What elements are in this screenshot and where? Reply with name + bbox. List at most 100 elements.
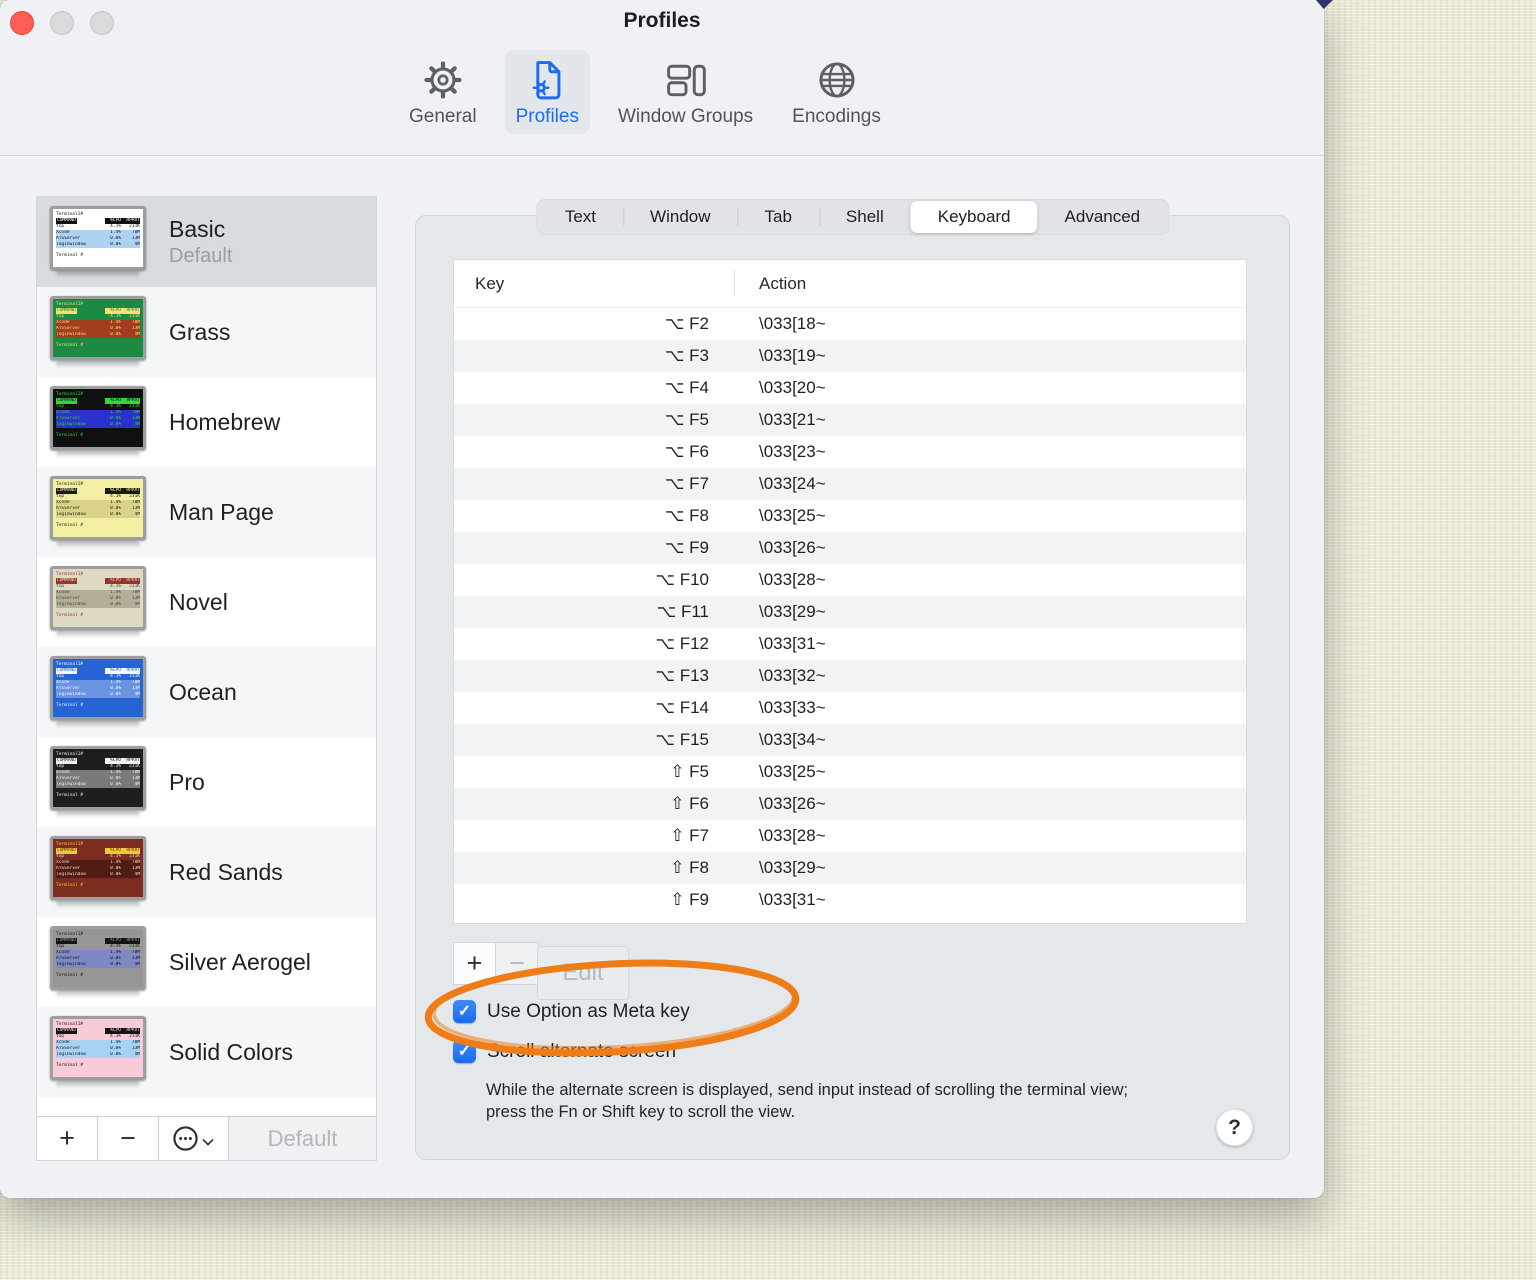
thumb-cell: 0.0% — [110, 1052, 121, 1057]
profile-name: Basic — [169, 216, 226, 242]
keyboard-settings-panel: Text Window Tab Shell Keyboard Advanced Key A… — [415, 199, 1290, 1160]
thumb-cell: 0.0% — [110, 872, 121, 877]
tab-tab[interactable]: Tab — [737, 201, 819, 233]
profile-row-ocean[interactable]: Terminal1# COMMAND %CPU RPRVT top 4.1% 231K Xco… — [37, 647, 376, 737]
terminal-preview-icon: Terminal1# COMMAND %CPU RPRVT top 4.1% 231K Xco… — [50, 476, 146, 540]
thumbnail-reflection — [55, 991, 141, 998]
key-cell: ⌥ F4 — [664, 378, 709, 397]
terminal-preview-icon: Terminal1# COMMAND %CPU RPRVT top 4.1% 231K Xco… — [50, 836, 146, 900]
profile-thumbnail: Terminal1# COMMAND %CPU RPRVT top 4.1% 231K Xco… — [50, 926, 146, 998]
set-default-button[interactable]: Default — [229, 1117, 376, 1160]
thumb-line: loginwindow 0.0% 4M — [56, 782, 140, 788]
profile-row-basic[interactable]: Terminal1# COMMAND %CPU RPRVT top 4.1% 231K Xco… — [37, 197, 376, 287]
table-row[interactable]: ⌥ F14 \033[33~ — [454, 692, 1246, 724]
checkbox-checked-icon[interactable]: ✓ — [453, 1040, 476, 1063]
key-cell: ⌥ F11 — [656, 602, 709, 621]
thumb-line: Terminal # — [56, 703, 84, 708]
key-bindings-table: Key Action ⌥ F2 \033[18~ ⌥ F3 \033[19~ ⌥ F4 \… — [453, 259, 1247, 924]
table-row[interactable]: ⇧ F9 \033[31~ — [454, 884, 1246, 916]
thumb-cell: loginwindow — [56, 872, 86, 877]
tab-shell[interactable]: Shell — [818, 201, 911, 233]
tab-keyboard[interactable]: Keyboard — [910, 201, 1038, 233]
action-cell: \033[28~ — [759, 826, 826, 845]
toolbar-item-window-groups[interactable]: Window Groups — [607, 50, 764, 134]
thumb-cell: loginwindow — [56, 692, 86, 697]
action-cell: \033[21~ — [759, 410, 826, 429]
thumb-line: loginwindow 0.0% 4M — [56, 242, 140, 248]
add-profile-button[interactable]: + — [37, 1117, 98, 1160]
thumbnail-reflection — [55, 451, 141, 458]
profile-thumbnail: Terminal1# COMMAND %CPU RPRVT top 4.1% 231K Xco… — [50, 1016, 146, 1088]
thumbnail-reflection — [55, 361, 141, 368]
toolbar-item-general[interactable]: General — [398, 50, 488, 134]
thumb-line: loginwindow 0.0% 4M — [56, 1052, 140, 1058]
key-cell: ⇧ F5 — [670, 762, 709, 781]
profile-row-red-sands[interactable]: Terminal1# COMMAND %CPU RPRVT top 4.1% 231K Xco… — [37, 827, 376, 917]
terminal-preview-icon: Terminal1# COMMAND %CPU RPRVT top 4.1% 231K Xco… — [50, 386, 146, 450]
thumb-line: Terminal # — [56, 883, 84, 888]
table-row[interactable]: ⇧ F6 \033[26~ — [454, 788, 1246, 820]
table-row[interactable]: ⌥ F3 \033[19~ — [454, 340, 1246, 372]
table-row[interactable]: ⌥ F5 \033[21~ — [454, 404, 1246, 436]
table-row[interactable]: ⌥ F7 \033[24~ — [454, 468, 1246, 500]
profile-row-homebrew[interactable]: Terminal1# COMMAND %CPU RPRVT top 4.1% 231K Xco… — [37, 377, 376, 467]
terminal-preview-icon: Terminal1# COMMAND %CPU RPRVT top 4.1% 231K Xco… — [50, 206, 146, 270]
table-row[interactable]: ⌥ F10 \033[28~ — [454, 564, 1246, 596]
table-row[interactable]: ⌥ F15 \033[34~ — [454, 724, 1246, 756]
profile-row-pro[interactable]: Terminal1# COMMAND %CPU RPRVT top 4.1% 231K Xco… — [37, 737, 376, 827]
profile-row-man-page[interactable]: Terminal1# COMMAND %CPU RPRVT top 4.1% 231K Xco… — [37, 467, 376, 557]
profile-name: Man Page — [169, 498, 274, 525]
column-divider[interactable] — [734, 270, 735, 297]
action-cell: \033[25~ — [759, 762, 826, 781]
table-row[interactable]: ⌥ F4 \033[20~ — [454, 372, 1246, 404]
table-row[interactable]: ⇧ F8 \033[29~ — [454, 852, 1246, 884]
scroll-alternate-screen-checkbox[interactable]: ✓ Scroll alternate screen — [453, 1040, 676, 1063]
profile-thumbnail: Terminal1# COMMAND %CPU RPRVT top 4.1% 231K Xco… — [50, 206, 146, 278]
table-row[interactable]: ⇧ F7 \033[28~ — [454, 820, 1246, 852]
table-row[interactable]: ⌥ F12 \033[31~ — [454, 628, 1246, 660]
thumbnail-reflection — [55, 631, 141, 638]
profile-row-novel[interactable]: Terminal1# COMMAND %CPU RPRVT top 4.1% 231K Xco… — [37, 557, 376, 647]
profile-actions-menu-button[interactable] — [159, 1117, 229, 1160]
thumb-cell: 4M — [134, 1052, 140, 1057]
remove-profile-button[interactable]: − — [98, 1117, 159, 1160]
profile-text: Grass — [169, 319, 230, 346]
profile-text: Ocean — [169, 679, 237, 706]
remove-binding-button[interactable]: − — [496, 942, 539, 985]
table-row[interactable]: ⌥ F6 \033[23~ — [454, 436, 1246, 468]
profile-name: Homebrew — [169, 408, 281, 435]
ellipsis-circle-icon — [172, 1125, 199, 1152]
tab-window[interactable]: Window — [623, 201, 737, 233]
table-row[interactable]: ⇧ F5 \033[25~ — [454, 756, 1246, 788]
toolbar-item-profiles[interactable]: Profiles — [504, 50, 590, 134]
toolbar-item-label: Window Groups — [617, 106, 754, 127]
edit-binding-button[interactable]: Edit — [537, 946, 629, 1000]
table-row[interactable]: ⌥ F13 \033[32~ — [454, 660, 1246, 692]
toolbar-item-encodings[interactable]: Encodings — [781, 50, 892, 134]
table-row[interactable]: ⌥ F2 \033[18~ — [454, 308, 1246, 340]
thumb-cell: 4M — [134, 242, 140, 247]
thumbnail-reflection — [55, 811, 141, 818]
profile-row-silver-aerogel[interactable]: Terminal1# COMMAND %CPU RPRVT top 4.1% 231K Xco… — [37, 917, 376, 1007]
profile-row-grass[interactable]: Terminal1# COMMAND %CPU RPRVT top 4.1% 231K Xco… — [37, 287, 376, 377]
table-row[interactable]: ⌥ F8 \033[25~ — [454, 500, 1246, 532]
thumb-line: Terminal # — [56, 973, 84, 978]
table-row[interactable]: ⌥ F11 \033[29~ — [454, 596, 1246, 628]
profile-row-solid-colors[interactable]: Terminal1# COMMAND %CPU RPRVT top 4.1% 231K Xco… — [37, 1007, 376, 1097]
table-row[interactable]: ⌥ F9 \033[26~ — [454, 532, 1246, 564]
checkbox-checked-icon[interactable]: ✓ — [453, 1000, 476, 1023]
add-binding-button[interactable]: + — [453, 942, 496, 985]
profile-thumbnail: Terminal1# COMMAND %CPU RPRVT top 4.1% 231K Xco… — [50, 566, 146, 638]
thumb-cell: loginwindow — [56, 962, 86, 967]
profile-text: Homebrew — [169, 409, 280, 436]
thumb-line: Terminal # — [56, 793, 84, 798]
column-header-key: Key — [475, 273, 505, 293]
help-button[interactable]: ? — [1216, 1109, 1253, 1146]
tab-text[interactable]: Text — [538, 201, 623, 233]
toolbar-item-label: General — [409, 106, 477, 127]
use-option-as-meta-checkbox[interactable]: ✓ Use Option as Meta key — [453, 1000, 690, 1023]
action-cell: \033[33~ — [759, 698, 826, 717]
desktop-background: Profiles General Profiles Window Groups Enc… — [0, 0, 1536, 1280]
thumb-cell: loginwindow — [56, 242, 86, 247]
tab-advanced[interactable]: Advanced — [1038, 201, 1168, 233]
